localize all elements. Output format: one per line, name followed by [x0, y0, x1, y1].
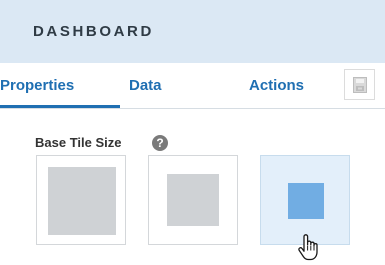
panel-title: DASHBOARD	[33, 23, 154, 40]
tile-size-medium-option[interactable]	[148, 155, 238, 245]
active-tab-indicator	[0, 105, 120, 108]
panel-header: DASHBOARD	[0, 0, 385, 63]
base-tile-size-label: Base Tile Size	[35, 135, 122, 150]
save-button[interactable]	[344, 69, 375, 100]
tile-swatch-large	[48, 167, 116, 235]
tile-swatch-small	[288, 183, 324, 219]
tab-actions[interactable]: Actions	[249, 77, 304, 95]
tile-size-large-option[interactable]	[36, 155, 126, 245]
save-icon	[353, 77, 367, 93]
tile-swatch-medium	[167, 174, 219, 226]
hand-pointer-cursor-icon	[298, 234, 318, 261]
tile-size-small-option[interactable]	[260, 155, 350, 245]
tab-bar: Properties Data Actions	[0, 63, 385, 109]
help-icon[interactable]: ?	[152, 135, 168, 151]
tab-properties[interactable]: Properties	[0, 77, 74, 95]
tab-data[interactable]: Data	[129, 77, 162, 95]
properties-panel: DASHBOARD Properties Data Actions Base T…	[0, 0, 385, 265]
